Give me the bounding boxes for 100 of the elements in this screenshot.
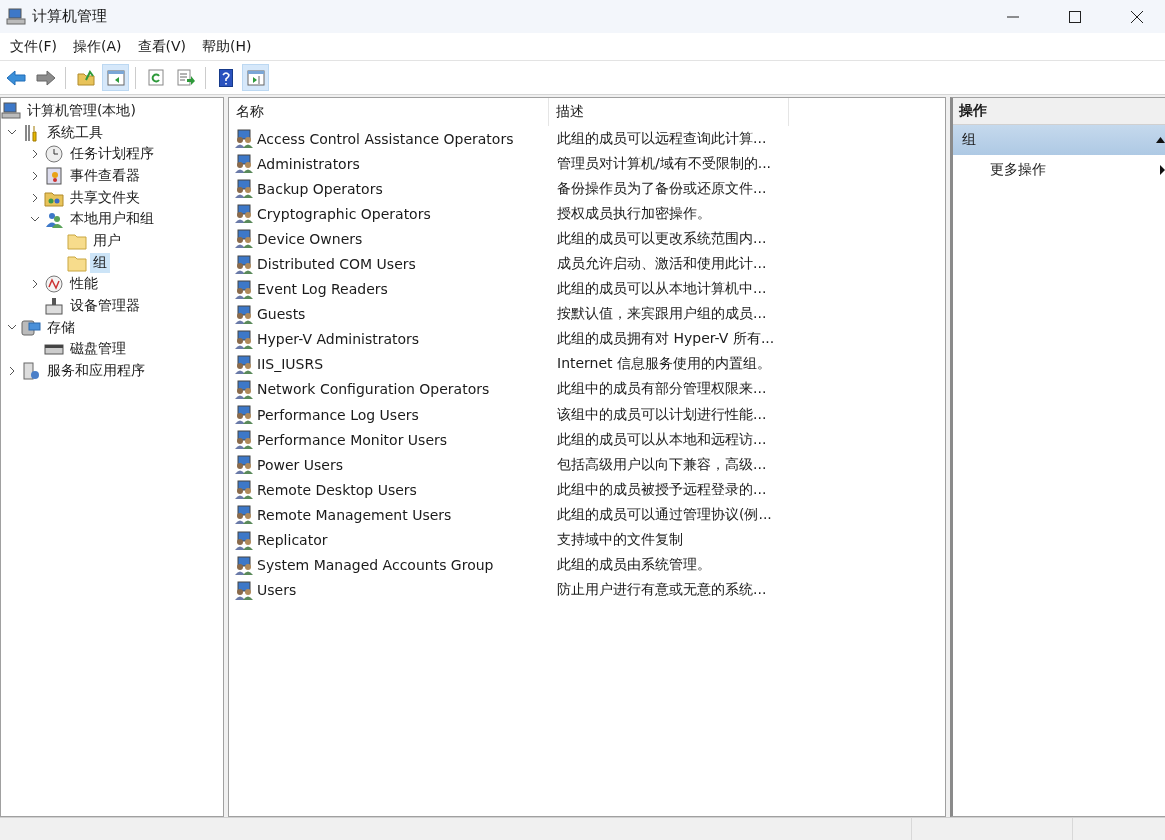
group-icon — [234, 154, 254, 174]
actions-title: 操作 — [953, 98, 1165, 125]
gauge-icon — [44, 275, 64, 294]
tree-item[interactable]: 用户 — [90, 230, 124, 251]
action-item[interactable]: 更多操作 — [990, 161, 1046, 179]
folder-up-icon — [76, 69, 95, 86]
group-description: 此组的成员可以从本地计算机中... — [556, 280, 768, 299]
group-description: 备份操作员为了备份或还原文件... — [556, 179, 768, 198]
group-description: Internet 信息服务使用的内置组。 — [556, 355, 773, 374]
group-name[interactable]: System Managed Accounts Group — [257, 557, 494, 574]
server-gear-icon — [21, 362, 41, 381]
group-name[interactable]: Cryptographic Operators — [257, 205, 431, 222]
group-icon — [234, 380, 254, 399]
group-description: 管理员对计算机/域有不受限制的... — [556, 154, 773, 173]
group-name[interactable]: Device Owners — [257, 230, 363, 247]
group-name[interactable]: Event Log Readers — [257, 281, 388, 298]
group-icon — [234, 405, 254, 425]
group-description: 按默认值，来宾跟用户组的成员... — [556, 305, 768, 324]
tree-item[interactable]: 磁盘管理 — [67, 339, 129, 360]
collapse-chevron-icon[interactable] — [30, 215, 40, 223]
tree-item[interactable]: 计算机管理(本地) — [24, 100, 139, 121]
tree-item[interactable]: 存储 — [44, 317, 78, 338]
export-list-icon — [176, 69, 195, 86]
group-icon — [234, 580, 254, 600]
group-description: 此组中的成员有部分管理权限来... — [556, 380, 768, 399]
expand-chevron-icon[interactable] — [31, 149, 39, 160]
tree-item[interactable]: 设备管理器 — [67, 296, 143, 317]
group-icon — [234, 555, 254, 575]
group-icon — [234, 129, 254, 149]
group-description: 授权成员执行加密操作。 — [556, 204, 712, 223]
tree-item[interactable]: 任务计划程序 — [67, 144, 157, 165]
group-description: 此组的成员拥有对 Hyper-V 所有... — [556, 330, 776, 349]
group-icon — [234, 229, 254, 249]
group-name[interactable]: Hyper-V Administrators — [257, 331, 420, 348]
menu-item[interactable]: 帮助(H) — [194, 37, 260, 56]
group-name[interactable]: Users — [257, 582, 297, 599]
tree-item[interactable]: 组 — [90, 252, 110, 273]
group-name[interactable]: Remote Desktop Users — [257, 481, 417, 498]
collapse-chevron-icon[interactable] — [7, 129, 17, 137]
group-name[interactable]: Administrators — [257, 155, 360, 172]
group-icon — [234, 430, 254, 450]
clock-icon — [44, 145, 64, 164]
console-tree-icon — [106, 69, 125, 86]
back-arrow-icon — [5, 69, 26, 86]
minimize-icon — [1007, 15, 1019, 18]
device-icon — [44, 297, 64, 316]
help-icon — [218, 68, 233, 87]
window-title: 计算机管理 — [32, 7, 108, 26]
tree-item[interactable]: 事件查看器 — [67, 165, 143, 186]
action-section[interactable]: 组 — [953, 125, 1165, 155]
group-name[interactable]: Remote Management Users — [257, 506, 452, 523]
group-icon — [234, 179, 254, 199]
group-name[interactable]: Replicator — [257, 532, 328, 549]
group-name[interactable]: Performance Log Users — [257, 406, 419, 423]
expand-chevron-icon[interactable] — [31, 279, 39, 290]
close-icon — [1131, 10, 1143, 23]
group-name[interactable]: Backup Operators — [257, 180, 383, 197]
group-icon — [234, 204, 254, 224]
menu-item[interactable]: 查看(V) — [129, 37, 194, 56]
group-name[interactable]: Performance Monitor Users — [257, 431, 448, 448]
group-description: 此组的成员可以通过管理协议(例... — [556, 505, 773, 524]
group-name[interactable]: Guests — [257, 306, 306, 323]
tree-item[interactable]: 系统工具 — [44, 122, 106, 143]
group-icon — [234, 254, 254, 274]
expand-chevron-icon[interactable] — [31, 170, 39, 181]
tree-item[interactable]: 共享文件夹 — [67, 187, 143, 208]
group-description: 此组的成员可以从本地和远程访... — [556, 430, 768, 449]
group-icon — [234, 279, 254, 299]
tree-item[interactable]: 服务和应用程序 — [44, 361, 148, 382]
expand-chevron-icon[interactable] — [31, 192, 39, 203]
group-description: 此组中的成员被授予远程登录的... — [556, 480, 768, 499]
storage-icon — [21, 318, 41, 337]
tree-item[interactable]: 本地用户和组 — [67, 209, 157, 230]
group-description: 此组的成员可以远程查询此计算... — [556, 129, 768, 148]
group-description: 此组的成员由系统管理。 — [556, 556, 712, 575]
expand-chevron-icon[interactable] — [8, 366, 16, 377]
folder-icon — [67, 231, 87, 250]
group-icon — [234, 304, 254, 324]
action-pane-icon — [246, 69, 265, 86]
collapse-triangle-icon — [1156, 137, 1165, 143]
menu-item[interactable]: 操作(A) — [65, 37, 130, 56]
refresh-icon — [147, 69, 164, 86]
computer-icon — [6, 7, 26, 26]
tree-item[interactable]: 性能 — [67, 274, 101, 295]
group-icon — [234, 530, 254, 550]
group-description: 支持域中的文件复制 — [556, 531, 684, 550]
group-name[interactable]: IIS_IUSRS — [257, 356, 324, 373]
folder-icon — [67, 253, 87, 272]
submenu-arrow-icon — [1160, 165, 1165, 175]
group-description: 该组中的成员可以计划进行性能... — [556, 405, 768, 424]
group-name[interactable]: Power Users — [257, 456, 343, 473]
menu-item[interactable]: 文件(F) — [2, 37, 65, 56]
group-name[interactable]: Distributed COM Users — [257, 256, 416, 272]
group-name[interactable]: Access Control Assistance Operators — [257, 130, 514, 147]
group-description: 成员允许启动、激活和使用此计... — [556, 255, 768, 273]
column-header[interactable]: 描述 — [549, 98, 789, 126]
group-name[interactable]: Network Configuration Operators — [257, 381, 490, 398]
collapse-chevron-icon[interactable] — [7, 324, 17, 332]
group-description: 包括高级用户以向下兼容，高级... — [556, 455, 768, 474]
column-header[interactable]: 名称 — [229, 98, 549, 126]
